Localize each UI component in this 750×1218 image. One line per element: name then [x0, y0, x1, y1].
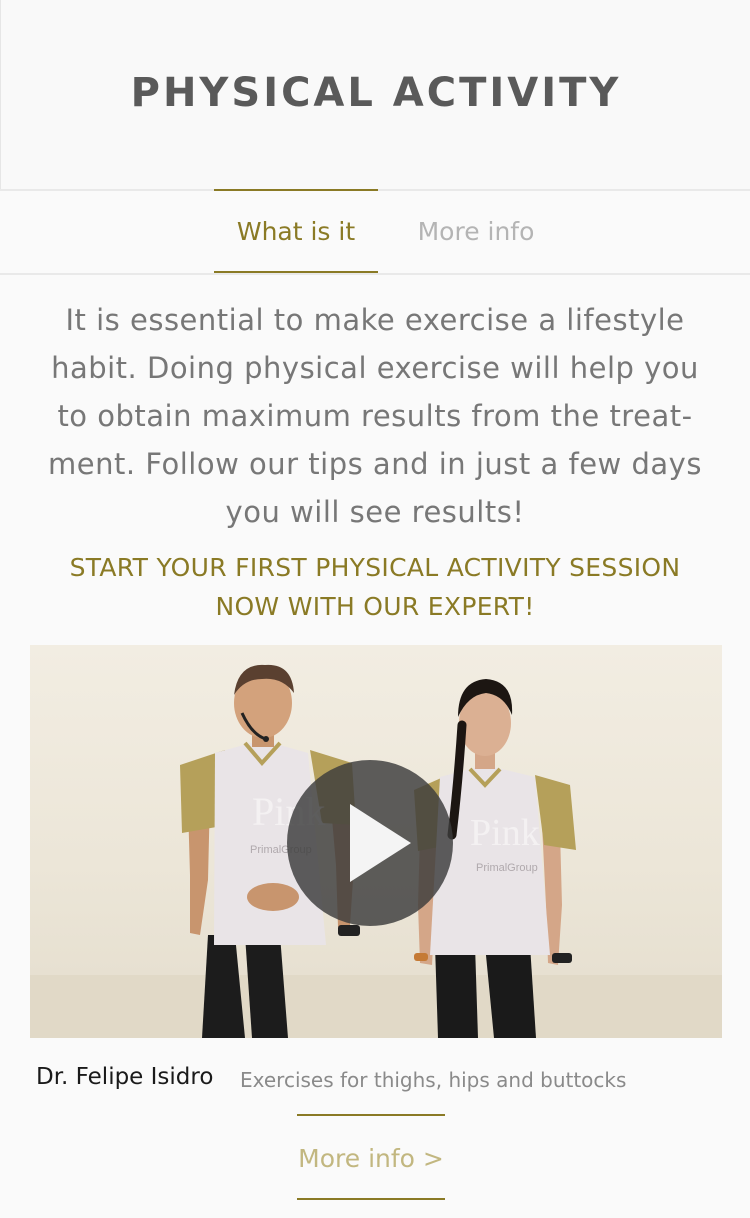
intro-line: you will see results! — [225, 495, 525, 529]
cta-line: START YOUR FIRST PHYSICAL ACTIVITY SESSI… — [69, 553, 681, 582]
expert-name: Dr. Felipe Isidro — [36, 1064, 214, 1090]
intro-line: habit. Doing physical exercise will help… — [51, 351, 699, 385]
intro-line: It is essential to make exercise a lifes… — [65, 303, 685, 337]
tabs-bottom-divider — [0, 273, 750, 275]
play-icon — [350, 804, 411, 882]
intro-line: to obtain maximum results from the treat… — [57, 399, 693, 433]
intro-line: ment. Follow our tips and in just a few … — [48, 447, 702, 481]
more-info-link[interactable]: More info > — [297, 1136, 445, 1186]
cta-line: NOW WITH OUR EXPERT! — [215, 592, 535, 621]
tab-more-info[interactable]: More info — [404, 191, 548, 273]
page-title: PHYSICAL ACTIVITY — [130, 70, 622, 116]
more-info-top-rule — [297, 1114, 445, 1116]
page-header: PHYSICAL ACTIVITY — [0, 0, 750, 189]
video-player[interactable]: Pink PrimalGroup Pink PrimalGroup — [30, 645, 722, 1038]
more-info-bottom-rule — [297, 1198, 445, 1200]
tab-what-is-it[interactable]: What is it — [214, 189, 378, 273]
play-button[interactable] — [287, 760, 453, 926]
shirt-logo-sub: PrimalGroup — [476, 862, 538, 874]
intro-text: It is essential to make exercise a lifes… — [40, 296, 710, 536]
shirt-logo: Pink — [470, 812, 540, 854]
call-to-action: START YOUR FIRST PHYSICAL ACTIVITY SESSI… — [30, 548, 720, 626]
tab-bar: What is it More info — [0, 189, 750, 273]
video-description: Exercises for thighs, hips and buttocks — [240, 1068, 627, 1092]
